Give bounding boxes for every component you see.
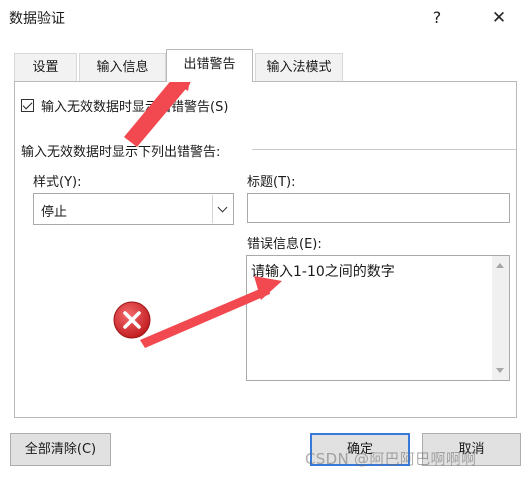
tab-ime-mode[interactable]: 输入法模式 bbox=[255, 53, 343, 81]
style-select-value: 停止 bbox=[41, 205, 68, 220]
style-select[interactable]: 停止 bbox=[33, 193, 234, 225]
title-label: 标题(T): bbox=[247, 175, 296, 190]
title-input[interactable] bbox=[247, 193, 510, 223]
message-label: 错误信息(E): bbox=[247, 237, 322, 252]
style-label: 样式(Y): bbox=[33, 175, 82, 190]
scroll-down-icon[interactable] bbox=[496, 368, 504, 373]
clear-all-button[interactable]: 全部清除(C) bbox=[10, 433, 111, 466]
show-error-alert-checkbox[interactable] bbox=[21, 99, 34, 112]
show-error-alert-label: 输入无效数据时显示出错警告(S) bbox=[41, 100, 229, 115]
show-error-alert-row[interactable]: 输入无效数据时显示出错警告(S) bbox=[21, 96, 228, 115]
tab-input-message[interactable]: 输入信息 bbox=[79, 53, 166, 81]
section-label: 输入无效数据时显示下列出错警告: bbox=[21, 145, 221, 160]
message-textarea[interactable]: 请输入1-10之间的数字 bbox=[246, 255, 510, 381]
tab-settings[interactable]: 设置 bbox=[14, 53, 77, 81]
scroll-up-icon[interactable] bbox=[496, 263, 504, 268]
help-icon[interactable]: ? bbox=[414, 0, 460, 36]
section-divider bbox=[252, 149, 516, 150]
tab-strip: 设置 输入信息 出错警告 输入法模式 bbox=[14, 49, 517, 82]
watermark: CSDN @阿巴阿巴啊啊啊 bbox=[305, 450, 477, 468]
title-bar: 数据验证 ? ✕ bbox=[0, 0, 531, 36]
window-title: 数据验证 bbox=[9, 11, 65, 27]
tab-error-alert[interactable]: 出错警告 bbox=[166, 49, 253, 82]
message-text: 请输入1-10之间的数字 bbox=[251, 264, 395, 280]
close-icon[interactable]: ✕ bbox=[476, 0, 522, 36]
stop-error-icon bbox=[113, 301, 151, 339]
message-scrollbar[interactable] bbox=[492, 256, 509, 380]
chevron-down-icon[interactable] bbox=[212, 195, 232, 223]
